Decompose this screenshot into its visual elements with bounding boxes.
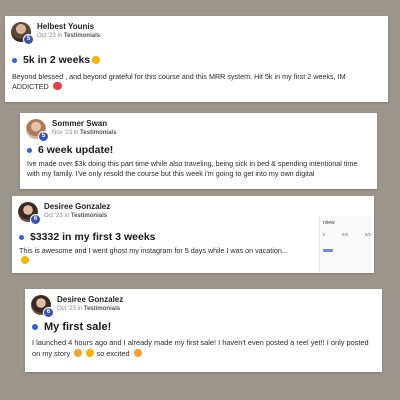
post-card-2[interactable]: 5 Sommer Swan Nov '23 in Testimonials 6 … xyxy=(20,113,377,189)
post-body-text: Beyond blessed , and beyond grateful for… xyxy=(12,72,346,91)
post-card-3[interactable]: 6 Desiree Gonzalez Oct '23 in Testimonia… xyxy=(12,196,374,273)
post-title-text: My first sale! xyxy=(44,321,112,333)
category-link[interactable]: Testimonials xyxy=(84,306,120,312)
in-text: in xyxy=(57,33,63,39)
level-badge: 6 xyxy=(43,307,54,318)
smile-emoji-icon xyxy=(133,349,142,357)
category-link[interactable]: Testimonials xyxy=(80,130,116,136)
preview-col: 6/5 xyxy=(341,232,349,237)
post-date: Oct '23 xyxy=(37,33,56,39)
heart-eyes-emoji-icon xyxy=(52,82,62,90)
post-title-text: 6 week update! xyxy=(38,144,114,156)
level-badge: 5 xyxy=(23,34,34,45)
unread-dot-icon xyxy=(12,57,17,63)
author-name[interactable]: Desiree Gonzalez xyxy=(44,202,110,212)
post-body: Beyond blessed , and beyond grateful for… xyxy=(12,72,380,92)
category-link[interactable]: Testimonials xyxy=(64,33,100,39)
in-text: in xyxy=(64,213,70,219)
post-meta: Oct '23 in Testimonials xyxy=(44,212,110,221)
unread-dot-icon xyxy=(32,324,38,330)
post-body-text: I launched 4 hours ago and I already mad… xyxy=(32,338,369,358)
unread-dot-icon xyxy=(27,147,32,153)
heart-eyes-emoji-icon xyxy=(74,349,83,357)
in-text: in xyxy=(77,306,83,312)
post-title[interactable]: $3332 in my first 3 weeks xyxy=(19,231,156,243)
preview-col: k xyxy=(323,232,326,237)
post-body-tail: so excited xyxy=(96,349,130,358)
post-date: Oct '23 xyxy=(57,306,76,312)
avatar[interactable]: 5 xyxy=(26,119,49,142)
avatar[interactable]: 6 xyxy=(31,295,54,318)
post-title-text: $3332 in my first 3 weeks xyxy=(30,231,156,243)
author-name[interactable]: Desiree Gonzalez xyxy=(57,295,123,305)
author-name[interactable]: Sommer Swan xyxy=(52,119,116,129)
post-title-text: 5k in 2 weeks xyxy=(23,54,91,66)
author-name[interactable]: Helbest Younis xyxy=(37,22,100,32)
preview-bar xyxy=(323,249,333,252)
grin-emoji-icon xyxy=(86,349,95,357)
post-date: Nov '23 xyxy=(52,130,73,136)
post-title[interactable]: My first sale! xyxy=(32,321,111,333)
post-card-4[interactable]: 6 Desiree Gonzalez Oct '23 in Testimonia… xyxy=(25,289,382,372)
grin-emoji-icon xyxy=(21,256,29,264)
level-badge: 6 xyxy=(30,214,41,225)
preview-columns: k 6/5 6/5 xyxy=(323,232,371,237)
category-link[interactable]: Testimonials xyxy=(71,213,107,219)
preview-title: rview xyxy=(323,220,335,226)
post-meta: Nov '23 in Testimonials xyxy=(52,129,116,138)
avatar[interactable]: 5 xyxy=(11,22,34,45)
level-badge: 5 xyxy=(38,131,49,142)
post-card-1[interactable]: 5 Helbest Younis Oct '23 in Testimonials… xyxy=(5,16,388,102)
preview-col: 6/5 xyxy=(364,232,371,237)
post-meta: Oct '23 in Testimonials xyxy=(37,32,100,41)
post-title[interactable]: 5k in 2 weeks xyxy=(12,54,101,66)
avatar[interactable]: 6 xyxy=(18,202,41,225)
post-date: Oct '23 xyxy=(44,213,63,219)
post-meta: Oct '23 in Testimonials xyxy=(57,305,123,314)
post-body: I launched 4 hours ago and I already mad… xyxy=(32,337,374,359)
attached-image-preview[interactable]: rview k 6/5 6/5 xyxy=(319,216,374,272)
unread-dot-icon xyxy=(19,234,24,240)
post-title[interactable]: 6 week update! xyxy=(27,144,113,156)
post-body: Ive made over $3k doing this part time w… xyxy=(27,159,358,178)
in-text: in xyxy=(73,130,79,136)
crying-face-emoji-icon xyxy=(92,56,101,64)
post-body-text: This is awesome and I went ghost my inst… xyxy=(19,246,288,255)
post-body: This is awesome and I went ghost my inst… xyxy=(19,246,314,266)
